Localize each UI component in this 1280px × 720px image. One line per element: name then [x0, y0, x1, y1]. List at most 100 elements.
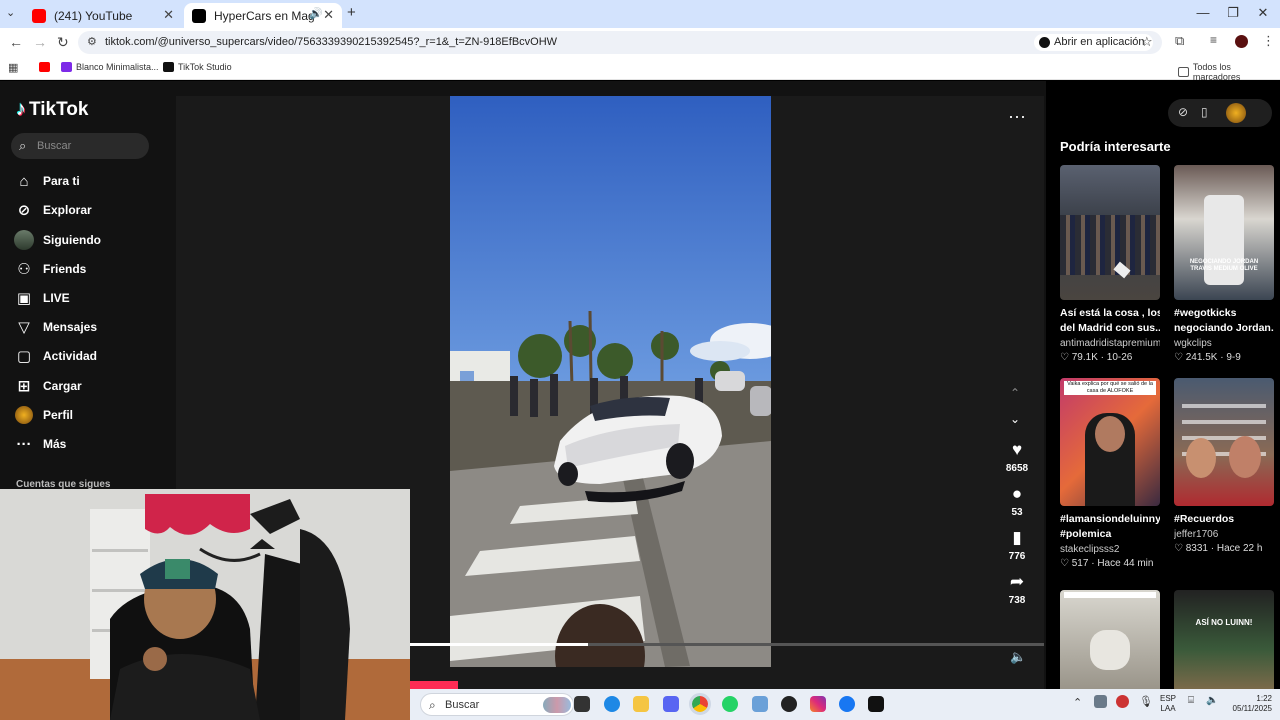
bookmark-label: Blanco Minimalista... [76, 62, 159, 72]
snipping-tool-icon[interactable] [752, 696, 768, 712]
extensions-icon[interactable]: ⧉ [1175, 33, 1184, 49]
recommended-video-card[interactable]: NEGOCIANDO JORDAN TRAVIS MEDIUM OLIVE #w… [1174, 165, 1274, 363]
card-caption: #polemica [1060, 528, 1112, 540]
star-icon[interactable]: ☆ [1141, 34, 1153, 50]
task-view-icon[interactable] [574, 696, 590, 712]
explore-icon[interactable]: ⊘ [1178, 105, 1188, 119]
video-progress-bar[interactable] [410, 643, 1044, 646]
comment-button[interactable]: ● 53 [997, 484, 1037, 518]
all-bookmarks[interactable]: Todos los marcadores [1178, 62, 1280, 82]
webcam-image [0, 489, 410, 720]
bookmark-canva[interactable]: Blanco Minimalista... [61, 62, 159, 72]
language-indicator[interactable]: ESP LAA [1160, 694, 1176, 714]
next-video-icon[interactable]: ⌄ [1010, 412, 1020, 426]
tray-app-icon[interactable] [1094, 695, 1107, 708]
close-window-icon[interactable]: ✕ [1248, 5, 1278, 21]
card-caption: #lamansiondeluinny [1060, 513, 1160, 525]
media-control-icon[interactable]: ≡ [1210, 33, 1217, 47]
nav-label: Explorar [43, 203, 92, 217]
card-meta: ♡ 79.1K · 10-26 [1060, 352, 1133, 363]
recommended-video-card[interactable]: #Recuerdos jeffer1706 ♡ 8331 · Hace 22 h [1174, 378, 1274, 554]
recommended-video-card[interactable]: ASÍ NO LUINN! [1174, 590, 1274, 689]
volume-icon[interactable]: 🔈 [1010, 649, 1026, 665]
nav-label: Siguiendo [43, 233, 101, 247]
nav-item-actividad[interactable]: ▢ Actividad [14, 345, 97, 367]
tiktok-icon[interactable] [868, 696, 884, 712]
microphone-icon[interactable]: 🎙 [1139, 695, 1153, 708]
video-frame[interactable] [450, 96, 771, 667]
card-meta: ♡ 241.5K · 9-9 [1174, 352, 1241, 363]
chrome-icon[interactable] [689, 693, 711, 715]
instagram-icon[interactable] [810, 696, 826, 712]
tab-youtube[interactable]: (241) YouTube ✕ [24, 3, 182, 28]
previous-video-icon[interactable]: ⌃ [1010, 386, 1020, 400]
tiktok-logo[interactable]: ♪ TikTok [16, 98, 88, 121]
device-icon[interactable]: ▯ [1201, 105, 1208, 119]
nav-item-perfil[interactable]: Perfil [14, 404, 73, 426]
back-icon[interactable]: ← [9, 34, 23, 50]
tab-search-icon[interactable]: ⌄ [6, 6, 15, 19]
profile-avatar[interactable] [1235, 35, 1248, 48]
tab-tiktok[interactable]: HyperCars en Magna Marbe 🔊 ✕ [184, 3, 342, 28]
like-button[interactable]: ♥ 8658 [997, 440, 1037, 474]
restore-icon[interactable]: ❐ [1218, 5, 1248, 21]
video-thumbnail [1060, 165, 1160, 300]
more-options-icon[interactable]: ··· [1008, 106, 1026, 127]
new-tab-button[interactable]: + [347, 4, 356, 21]
nav-item-siguiendo[interactable]: Siguiendo [14, 229, 101, 251]
menu-icon[interactable]: ⋮ [1262, 33, 1275, 49]
nav-item-friends[interactable]: ⚇ Friends [14, 258, 86, 280]
facebook-icon[interactable] [839, 696, 855, 712]
speaker-icon[interactable]: 🔊 [309, 7, 323, 20]
forward-icon[interactable]: → [33, 34, 47, 50]
windows-taskbar: ⌕ Buscar ⌃ 🎙 ESP LAA ⌸ 🔈 1:22 05/11/2025 [410, 689, 1280, 720]
nav-item-mensajes[interactable]: ▽ Mensajes [14, 316, 97, 338]
reload-icon[interactable]: ↻ [57, 34, 69, 51]
nav-item-live[interactable]: ▣ LIVE [14, 287, 70, 309]
apps-grid-icon[interactable]: ▦ [8, 61, 18, 74]
nav-item-mas[interactable]: ··· Más [14, 433, 67, 455]
search-highlight-icon [543, 697, 571, 713]
nav-item-para-ti[interactable]: ⌂ Para ti [14, 170, 79, 192]
whatsapp-icon[interactable] [722, 696, 738, 712]
search-input[interactable]: ⌕ Buscar [11, 133, 149, 159]
close-tab-icon[interactable]: ✕ [163, 7, 174, 23]
keyboard-layout: LAA [1160, 704, 1176, 713]
comment-icon: ● [1011, 484, 1023, 503]
volume-tray-icon[interactable]: 🔈 [1206, 695, 1218, 706]
like-count: 8658 [1005, 463, 1029, 474]
search-icon: ⌕ [19, 138, 27, 153]
address-bar[interactable]: ⚙ tiktok.com/@universo_supercars/video/7… [78, 31, 1162, 54]
recommended-video-card[interactable] [1060, 590, 1160, 689]
recommended-video-card[interactable]: Así está la cosa , los del Madrid con su… [1060, 165, 1160, 363]
taskbar-clock[interactable]: 1:22 05/11/2025 [1228, 694, 1272, 714]
compass-icon: ⊘ [17, 202, 31, 219]
file-explorer-icon[interactable] [633, 696, 649, 712]
card-author: antimadridistapremium [1060, 338, 1160, 349]
discord-icon[interactable] [663, 696, 679, 712]
user-avatar[interactable] [1226, 103, 1246, 123]
nav-item-explorar[interactable]: ⊘ Explorar [14, 199, 92, 221]
recommended-video-card[interactable]: Vaika explica por qué se salió de la cas… [1060, 378, 1160, 569]
share-button[interactable]: ➦ 738 [997, 572, 1037, 606]
thumbnail-caption: Vaika explica por qué se salió de la cas… [1064, 381, 1156, 395]
bookmark-youtube[interactable] [39, 62, 54, 72]
site-info-icon[interactable]: ⚙ [87, 35, 97, 48]
share-count: 738 [1008, 595, 1026, 606]
upload-icon: ⊞ [17, 378, 31, 395]
minimize-icon[interactable]: — [1188, 5, 1218, 20]
activity-icon: ▢ [16, 348, 32, 365]
card-author: jeffer1706 [1174, 529, 1219, 540]
tray-overflow-icon[interactable]: ⌃ [1073, 696, 1082, 709]
bookmark-tiktok-studio[interactable]: TikTok Studio [163, 62, 232, 72]
save-button[interactable]: ▮ 776 [997, 528, 1037, 562]
edge-icon[interactable] [604, 696, 620, 712]
tray-app-icon[interactable] [1116, 695, 1129, 708]
network-icon[interactable]: ⌸ [1188, 695, 1194, 706]
taskbar-search-input[interactable]: ⌕ Buscar [420, 693, 574, 716]
open-in-app-button[interactable]: Abrir en aplicación [1034, 34, 1153, 51]
close-tab-icon[interactable]: ✕ [323, 7, 334, 23]
obs-icon[interactable] [781, 696, 797, 712]
nav-item-cargar[interactable]: ⊞ Cargar [14, 375, 82, 397]
heart-icon: ♥ [1011, 440, 1023, 459]
